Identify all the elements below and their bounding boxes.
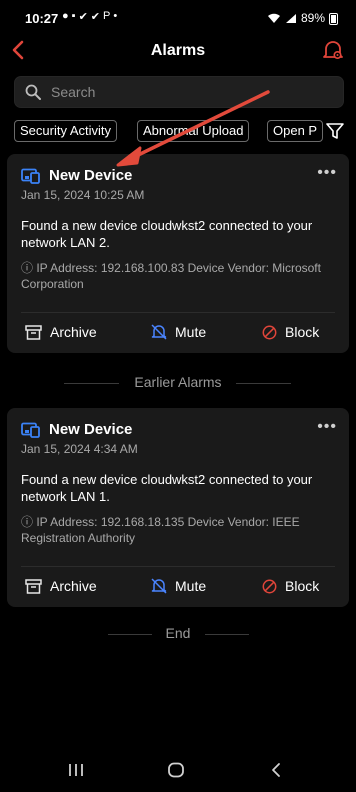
mute-button[interactable]: Mute — [151, 324, 206, 340]
card-divider — [21, 312, 335, 313]
mute-label: Mute — [175, 324, 207, 340]
search-input[interactable]: Search — [51, 84, 95, 100]
alarm-message: Found a new device cloudwkst2 connected … — [21, 472, 313, 504]
search-icon — [25, 84, 41, 100]
mute-bell-icon — [151, 578, 167, 594]
alarm-actions: Archive Mute Block — [7, 324, 349, 346]
separator-line — [64, 383, 119, 384]
page-title: Alarms — [150, 42, 206, 59]
android-nav-bar — [0, 755, 356, 785]
chip-security-activity[interactable]: Security Activity — [14, 120, 118, 142]
info-icon: ⓘ — [21, 261, 37, 275]
archive-label: Archive — [50, 324, 97, 340]
search-bar[interactable]: Search — [14, 76, 344, 108]
check-icon: ✔ — [90, 11, 100, 23]
alarm-details: ⓘ IP Address: 192.168.18.135 Device Vend… — [21, 514, 336, 546]
earlier-alarms-label: Earlier Alarms — [134, 374, 222, 390]
status-right: 89% — [267, 11, 338, 25]
end-label: End — [165, 625, 191, 641]
status-time: 10:27 — [25, 11, 59, 26]
annotation-arrow — [116, 90, 270, 167]
mute-button[interactable]: Mute — [151, 578, 206, 594]
mute-bell-icon — [151, 324, 167, 340]
alarm-timestamp: Jan 15, 2024 10:25 AM — [21, 188, 145, 202]
filter-icon[interactable] — [324, 120, 346, 142]
battery-icon — [329, 12, 338, 25]
archive-icon — [25, 324, 42, 340]
card-divider — [21, 566, 335, 567]
archive-button[interactable]: Archive — [25, 324, 97, 340]
new-device-icon — [21, 168, 40, 184]
home-icon[interactable] — [167, 762, 185, 778]
info-icon: ⓘ — [21, 515, 37, 529]
alarm-card[interactable]: New Device ••• Jan 15, 2024 4:34 AM Foun… — [7, 408, 349, 607]
alarm-details: ⓘ IP Address: 192.168.100.83 Device Vend… — [21, 260, 336, 292]
archive-button[interactable]: Archive — [25, 578, 97, 594]
app-header: Alarms — [0, 36, 356, 66]
filter-chips: Security Activity Abnormal Upload Open P — [14, 120, 356, 142]
teams-icon: ▪ — [71, 10, 76, 22]
new-device-icon — [21, 422, 40, 438]
end-separator: End — [0, 625, 356, 645]
chat-icon: ● — [62, 10, 69, 22]
pinterest-icon: P — [103, 10, 111, 22]
block-icon — [262, 579, 277, 593]
chip-open-ports[interactable]: Open P — [267, 120, 324, 142]
signal-icon — [285, 13, 296, 23]
chip-abnormal-upload[interactable]: Abnormal Upload — [137, 120, 250, 142]
block-label: Block — [285, 324, 320, 340]
separator-line — [205, 634, 249, 635]
notification-icons: ● ▪ ✔ ✔ P • — [62, 10, 117, 23]
mute-label: Mute — [175, 578, 207, 594]
wifi-icon — [267, 13, 280, 23]
status-bar: 10:27 ● ▪ ✔ ✔ P • 89% — [0, 0, 356, 36]
section-separator: Earlier Alarms — [0, 374, 356, 394]
alarm-actions: Archive Mute Block — [7, 578, 349, 600]
block-label: Block — [285, 578, 320, 594]
recent-apps-icon[interactable] — [68, 763, 84, 777]
more-options-icon[interactable]: ••• — [317, 418, 337, 436]
alarm-title: New Device — [49, 167, 133, 184]
back-nav-icon[interactable] — [270, 762, 282, 778]
alarm-card[interactable]: New Device ••• Jan 15, 2024 10:25 AM Fou… — [7, 154, 349, 353]
separator-line — [108, 634, 152, 635]
check-icon: ✔ — [78, 11, 88, 23]
alarm-details-text: IP Address: 192.168.18.135 Device Vendor… — [21, 515, 300, 545]
alarm-settings-icon[interactable] — [322, 38, 344, 62]
dot-icon: • — [113, 10, 118, 22]
block-button[interactable]: Block — [262, 324, 319, 340]
alarm-message: Found a new device cloudwkst2 connected … — [21, 218, 313, 250]
block-icon — [262, 325, 277, 339]
alarm-timestamp: Jan 15, 2024 4:34 AM — [21, 442, 138, 456]
block-button[interactable]: Block — [262, 578, 319, 594]
archive-label: Archive — [50, 578, 97, 594]
battery-percent: 89% — [300, 11, 325, 25]
separator-line — [236, 383, 291, 384]
alarm-details-text: IP Address: 192.168.100.83 Device Vendor… — [21, 261, 321, 291]
more-options-icon[interactable]: ••• — [317, 164, 337, 182]
archive-icon — [25, 578, 42, 594]
alarm-title: New Device — [49, 421, 133, 438]
